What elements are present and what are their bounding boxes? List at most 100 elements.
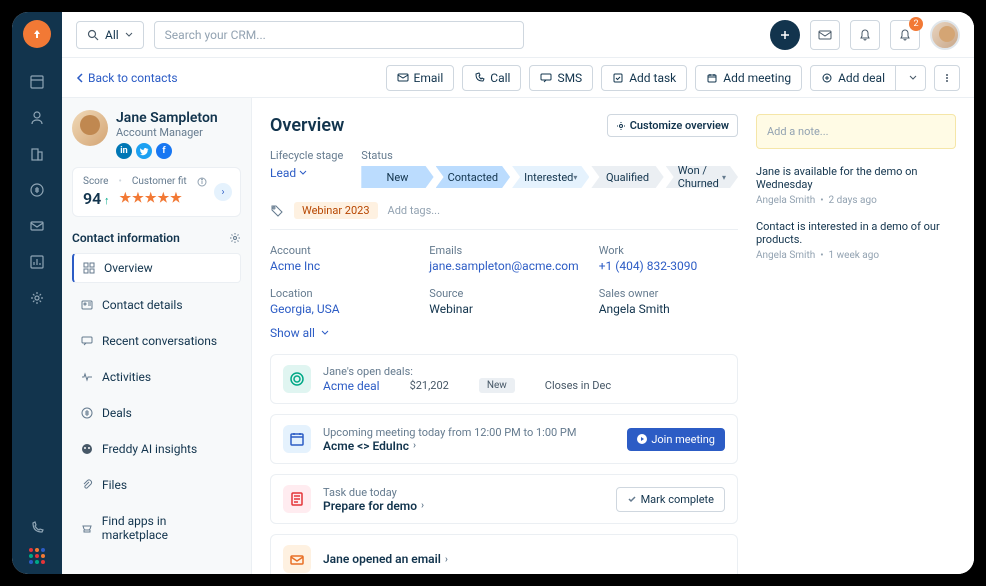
nav-overview[interactable]: Overview [72,253,241,283]
add-button[interactable] [770,20,800,50]
task-name[interactable]: Prepare for demo › [323,499,604,513]
info-icon [197,177,207,187]
app-logo[interactable] [23,20,51,48]
sms-button[interactable]: SMS [529,65,593,91]
meeting-card[interactable]: Upcoming meeting today from 12:00 PM to … [270,414,738,464]
nav-conversations[interactable]: Recent conversations [72,327,241,355]
page-header: Back to contacts Email Call SMS Add task… [62,58,974,98]
call-button[interactable]: Call [462,65,521,91]
user-avatar[interactable] [930,20,960,50]
linkedin-icon[interactable]: in [116,143,132,159]
stage-new[interactable]: New [361,166,433,188]
mail-button[interactable] [810,20,840,50]
notifications-button[interactable] [850,20,880,50]
pulse-icon [80,370,94,384]
email-activity-name[interactable]: Jane opened an email › [323,552,725,566]
source-label: Source [429,287,578,300]
emails-label: Emails [429,244,578,257]
stage-qualified[interactable]: Qualified [591,166,663,188]
emails-value[interactable]: jane.sampleton@acme.com [429,259,578,273]
search-input[interactable]: Search your CRM... [154,21,524,49]
back-link[interactable]: Back to contacts [76,71,178,85]
nav-contact-details[interactable]: Contact details [72,291,241,319]
show-all-link[interactable]: Show all [270,326,329,340]
account-value[interactable]: Acme Inc [270,259,409,273]
tag-chip[interactable]: Webinar 2023 [294,202,378,219]
rail-phone-icon[interactable] [21,512,53,544]
deal-name[interactable]: Acme deal [323,379,380,393]
add-tags[interactable]: Add tags... [388,204,440,217]
note-time: 2 days ago [829,195,877,206]
task-icon [283,485,311,513]
more-button[interactable] [934,65,960,91]
scope-selector[interactable]: All [76,21,144,49]
nav-freddy[interactable]: Freddy AI insights [72,435,241,463]
contact-name: Jane Sampleton [116,110,218,126]
note-item[interactable]: Jane is available for the demo on Wednes… [756,165,956,206]
note-time: 1 week ago [829,250,880,261]
score-label: Score [83,176,108,187]
customer-fit-label: Customer fit [132,176,187,187]
calendar-icon [283,425,311,453]
rail-accounts-icon[interactable] [21,138,53,170]
chat-icon [80,334,94,348]
twitter-icon[interactable] [136,143,152,159]
nav-files[interactable]: Files [72,471,241,499]
score-box[interactable]: Score • Customer fit 94 ↑ ★★★★★ › [72,167,241,217]
nav-activities[interactable]: Activities [72,363,241,391]
chevron-down-icon [321,329,329,337]
join-meeting-button[interactable]: Join meeting [627,428,725,451]
trend-up-icon: ↑ [101,194,109,207]
rail-contacts-icon[interactable] [21,102,53,134]
owner-value: Angela Smith [599,302,738,316]
add-note-input[interactable]: Add a note... [756,114,956,149]
search-placeholder: Search your CRM... [165,28,266,42]
dollar-icon [80,406,94,420]
gear-icon[interactable] [229,232,241,244]
nav-deals[interactable]: Deals [72,399,241,427]
rail-settings-icon[interactable] [21,282,53,314]
add-task-button[interactable]: Add task [601,65,687,91]
note-item[interactable]: Contact is interested in a demo of our p… [756,220,956,261]
rail-mail-icon[interactable] [21,210,53,242]
deal-icon [283,365,311,393]
rail-reports-icon[interactable] [21,246,53,278]
tag-icon [270,204,284,218]
add-meeting-button[interactable]: Add meeting [695,65,802,91]
stage-interested[interactable]: Interested▾ [512,166,589,188]
location-value[interactable]: Georgia, USA [270,302,409,316]
email-activity-card[interactable]: Jane opened an email › [270,534,738,574]
email-button[interactable]: Email [386,65,455,91]
section-title: Contact information [72,231,180,245]
card-icon [80,298,94,312]
task-title: Task due today [323,486,604,499]
deal-value: $21,202 [410,379,449,392]
facebook-icon[interactable]: f [156,143,172,159]
paperclip-icon [80,478,94,492]
account-label: Account [270,244,409,257]
deal-card[interactable]: Jane's open deals: Acme deal $21,202 New… [270,354,738,404]
stage-won[interactable]: Won / Churned▾ [666,166,738,188]
customize-button[interactable]: Customize overview [607,114,738,137]
meeting-name[interactable]: Acme <> EduInc › [323,439,615,453]
mark-complete-button[interactable]: Mark complete [616,487,725,512]
rail-deals-icon[interactable] [21,174,53,206]
alerts-button[interactable]: 2 [890,20,920,50]
rail-dashboard-icon[interactable] [21,66,53,98]
topbar: All Search your CRM... 2 [62,12,974,58]
work-value[interactable]: +1 (404) 832-3090 [599,259,738,273]
lifecycle-value[interactable]: Lead [270,166,343,180]
expand-arrow-icon[interactable]: › [214,183,232,201]
back-label: Back to contacts [88,71,178,85]
meeting-title: Upcoming meeting today from 12:00 PM to … [323,426,615,439]
deal-title: Jane's open deals: [323,365,725,378]
stage-contacted[interactable]: Contacted [436,166,510,188]
note-author: Angela Smith [756,250,815,261]
robot-icon [80,442,94,456]
status-label: Status [361,149,738,162]
add-deal-button[interactable]: Add deal [810,65,926,91]
chevron-down-icon [299,169,307,177]
task-card[interactable]: Task due today Prepare for demo › Mark c… [270,474,738,524]
nav-marketplace[interactable]: Find apps in marketplace [72,507,241,549]
rail-apps-icon[interactable] [29,548,45,564]
